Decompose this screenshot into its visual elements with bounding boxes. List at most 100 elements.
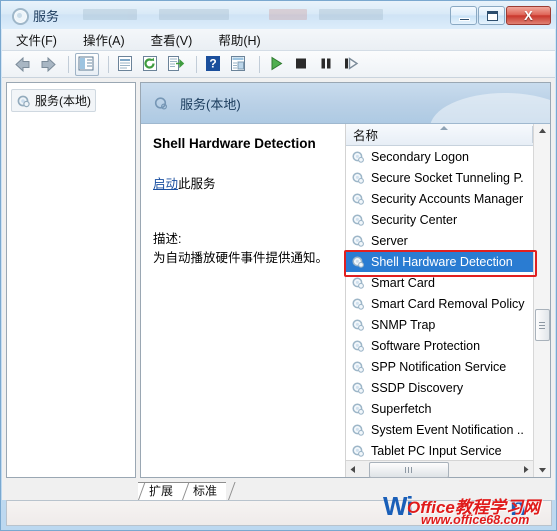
service-row-label: Shell Hardware Detection <box>371 254 513 269</box>
service-details-panel: Shell Hardware Detection 启动此服务 描述: 为自动播放… <box>141 124 346 477</box>
vertical-scrollbar[interactable] <box>533 124 550 477</box>
horizontal-scrollbar[interactable] <box>346 460 533 478</box>
services-row-container: Secondary Logon Secure Socket Tunneling P… <box>346 146 533 460</box>
menu-action[interactable]: 操作(A) <box>81 28 127 51</box>
tab-extended[interactable]: 扩展 <box>138 482 183 500</box>
services-gear-icon <box>351 276 365 290</box>
service-row-label: SNMP Trap <box>371 317 436 332</box>
tree-node-services-local[interactable]: 服务(本地) <box>11 89 96 112</box>
tab-standard[interactable]: 标准 <box>182 482 227 500</box>
services-window: 服务 X 文件(F) 操作(A) 查看(V) 帮助(H) ? 服务(本地) 服务… <box>0 0 557 531</box>
results-pane: 服务(本地) Shell Hardware Detection 启动此服务 描述… <box>140 82 551 478</box>
services-gear-icon <box>351 234 365 248</box>
menu-help[interactable]: 帮助(H) <box>216 28 262 51</box>
vertical-scroll-track[interactable] <box>534 139 550 462</box>
service-row[interactable]: Smart Card Removal Policy <box>346 293 533 314</box>
toolbar-separator <box>259 55 260 73</box>
status-bar-divider <box>485 503 486 523</box>
background-window-title-blur <box>73 7 443 23</box>
service-row[interactable]: Tablet PC Input Service <box>346 440 533 460</box>
svg-text:?: ? <box>209 56 216 70</box>
help-button[interactable]: ? <box>203 54 225 75</box>
start-service-link-suffix: 此服务 <box>178 177 216 191</box>
service-row[interactable]: Secondary Logon <box>346 146 533 167</box>
description-label: 描述: <box>153 232 182 246</box>
services-gear-icon <box>351 339 365 353</box>
column-header-label: 名称 <box>353 129 379 143</box>
service-row-label: Security Center <box>371 212 458 227</box>
vertical-scroll-thumb[interactable] <box>535 309 550 341</box>
service-row[interactable]: SNMP Trap <box>346 314 533 335</box>
service-row[interactable]: Software Protection <box>346 335 533 356</box>
scroll-up-icon[interactable] <box>534 124 550 139</box>
service-row[interactable]: Smart Card <box>346 272 533 293</box>
menu-bar: 文件(F) 操作(A) 查看(V) 帮助(H) <box>2 29 555 51</box>
refresh-button[interactable] <box>140 54 162 75</box>
selected-service-title: Shell Hardware Detection <box>153 136 316 151</box>
column-header-name[interactable]: 名称 <box>346 124 533 146</box>
pane-header-label: 服务(本地) <box>180 96 241 112</box>
services-gear-icon <box>153 96 168 111</box>
service-row-label: SSDP Discovery <box>371 380 464 395</box>
pane-header: 服务(本地) <box>141 83 550 124</box>
window-controls: X <box>449 5 551 25</box>
service-row[interactable]: Security Accounts Manager <box>346 188 533 209</box>
toolbar-separator <box>108 55 109 73</box>
menu-view[interactable]: 查看(V) <box>149 28 195 51</box>
scroll-down-icon[interactable] <box>534 462 550 477</box>
export-list-button[interactable] <box>165 54 187 75</box>
service-row[interactable]: Server <box>346 230 533 251</box>
start-service-link-row: 启动此服务 <box>153 173 335 192</box>
service-row[interactable]: Security Center <box>346 209 533 230</box>
scroll-left-icon[interactable] <box>346 462 361 476</box>
status-bar <box>6 500 552 526</box>
service-row[interactable]: System Event Notification .. <box>346 419 533 440</box>
service-row[interactable]: Secure Socket Tunneling P. <box>346 167 533 188</box>
close-icon: X <box>524 7 533 23</box>
scroll-right-icon[interactable] <box>518 462 533 476</box>
pane-body: Shell Hardware Detection 启动此服务 描述: 为自动播放… <box>141 124 550 478</box>
column-divider[interactable] <box>532 126 533 143</box>
description-text: 为自动播放硬件事件提供通知。 <box>153 251 329 265</box>
show-action-pane-button[interactable] <box>228 54 250 75</box>
view-tabs: 扩展 标准 <box>2 482 555 500</box>
service-row-label: Smart Card <box>371 275 435 290</box>
service-row-label: Server <box>371 233 408 248</box>
menu-file[interactable]: 文件(F) <box>14 28 59 51</box>
service-row-label: Tablet PC Input Service <box>371 443 502 458</box>
service-row-label: SPP Notification Service <box>371 359 507 374</box>
close-button[interactable]: X <box>506 5 551 25</box>
forward-button[interactable] <box>37 54 59 75</box>
services-gear-icon <box>351 171 365 185</box>
start-service-link[interactable]: 启动 <box>153 177 178 191</box>
properties-button[interactable] <box>115 54 137 75</box>
services-gear-icon <box>351 255 365 269</box>
horizontal-scroll-track[interactable] <box>361 462 518 478</box>
service-row-label: Software Protection <box>371 338 481 353</box>
services-gear-icon <box>351 402 365 416</box>
services-gear-icon <box>351 297 365 311</box>
services-list: 名称 Secondary Logon Secure Socket Tunnelin… <box>346 124 533 478</box>
services-gear-icon <box>351 423 365 437</box>
back-button[interactable] <box>12 54 34 75</box>
services-gear-icon <box>351 213 365 227</box>
sort-ascending-icon <box>439 126 448 130</box>
service-row[interactable]: Shell Hardware Detection <box>346 251 533 272</box>
service-row-label: Superfetch <box>371 401 432 416</box>
window-title: 服务 <box>33 8 60 24</box>
start-service-button[interactable] <box>266 54 288 75</box>
show-hide-tree-button[interactable] <box>75 52 99 76</box>
horizontal-scroll-thumb[interactable] <box>369 462 449 478</box>
restart-service-button[interactable] <box>341 54 363 75</box>
services-gear-icon <box>11 7 29 25</box>
service-row[interactable]: SPP Notification Service <box>346 356 533 377</box>
minimize-button[interactable] <box>450 5 477 25</box>
stop-service-button[interactable] <box>291 54 313 75</box>
pause-service-button[interactable] <box>316 54 338 75</box>
service-row[interactable]: Superfetch <box>346 398 533 419</box>
service-row-label: Security Accounts Manager <box>371 191 524 206</box>
content-area: 服务(本地) 服务(本地) Shell Hardware Detection 启… <box>2 78 555 482</box>
console-tree-pane: 服务(本地) <box>6 82 136 478</box>
service-row[interactable]: SSDP Discovery <box>346 377 533 398</box>
maximize-button[interactable] <box>478 5 505 25</box>
